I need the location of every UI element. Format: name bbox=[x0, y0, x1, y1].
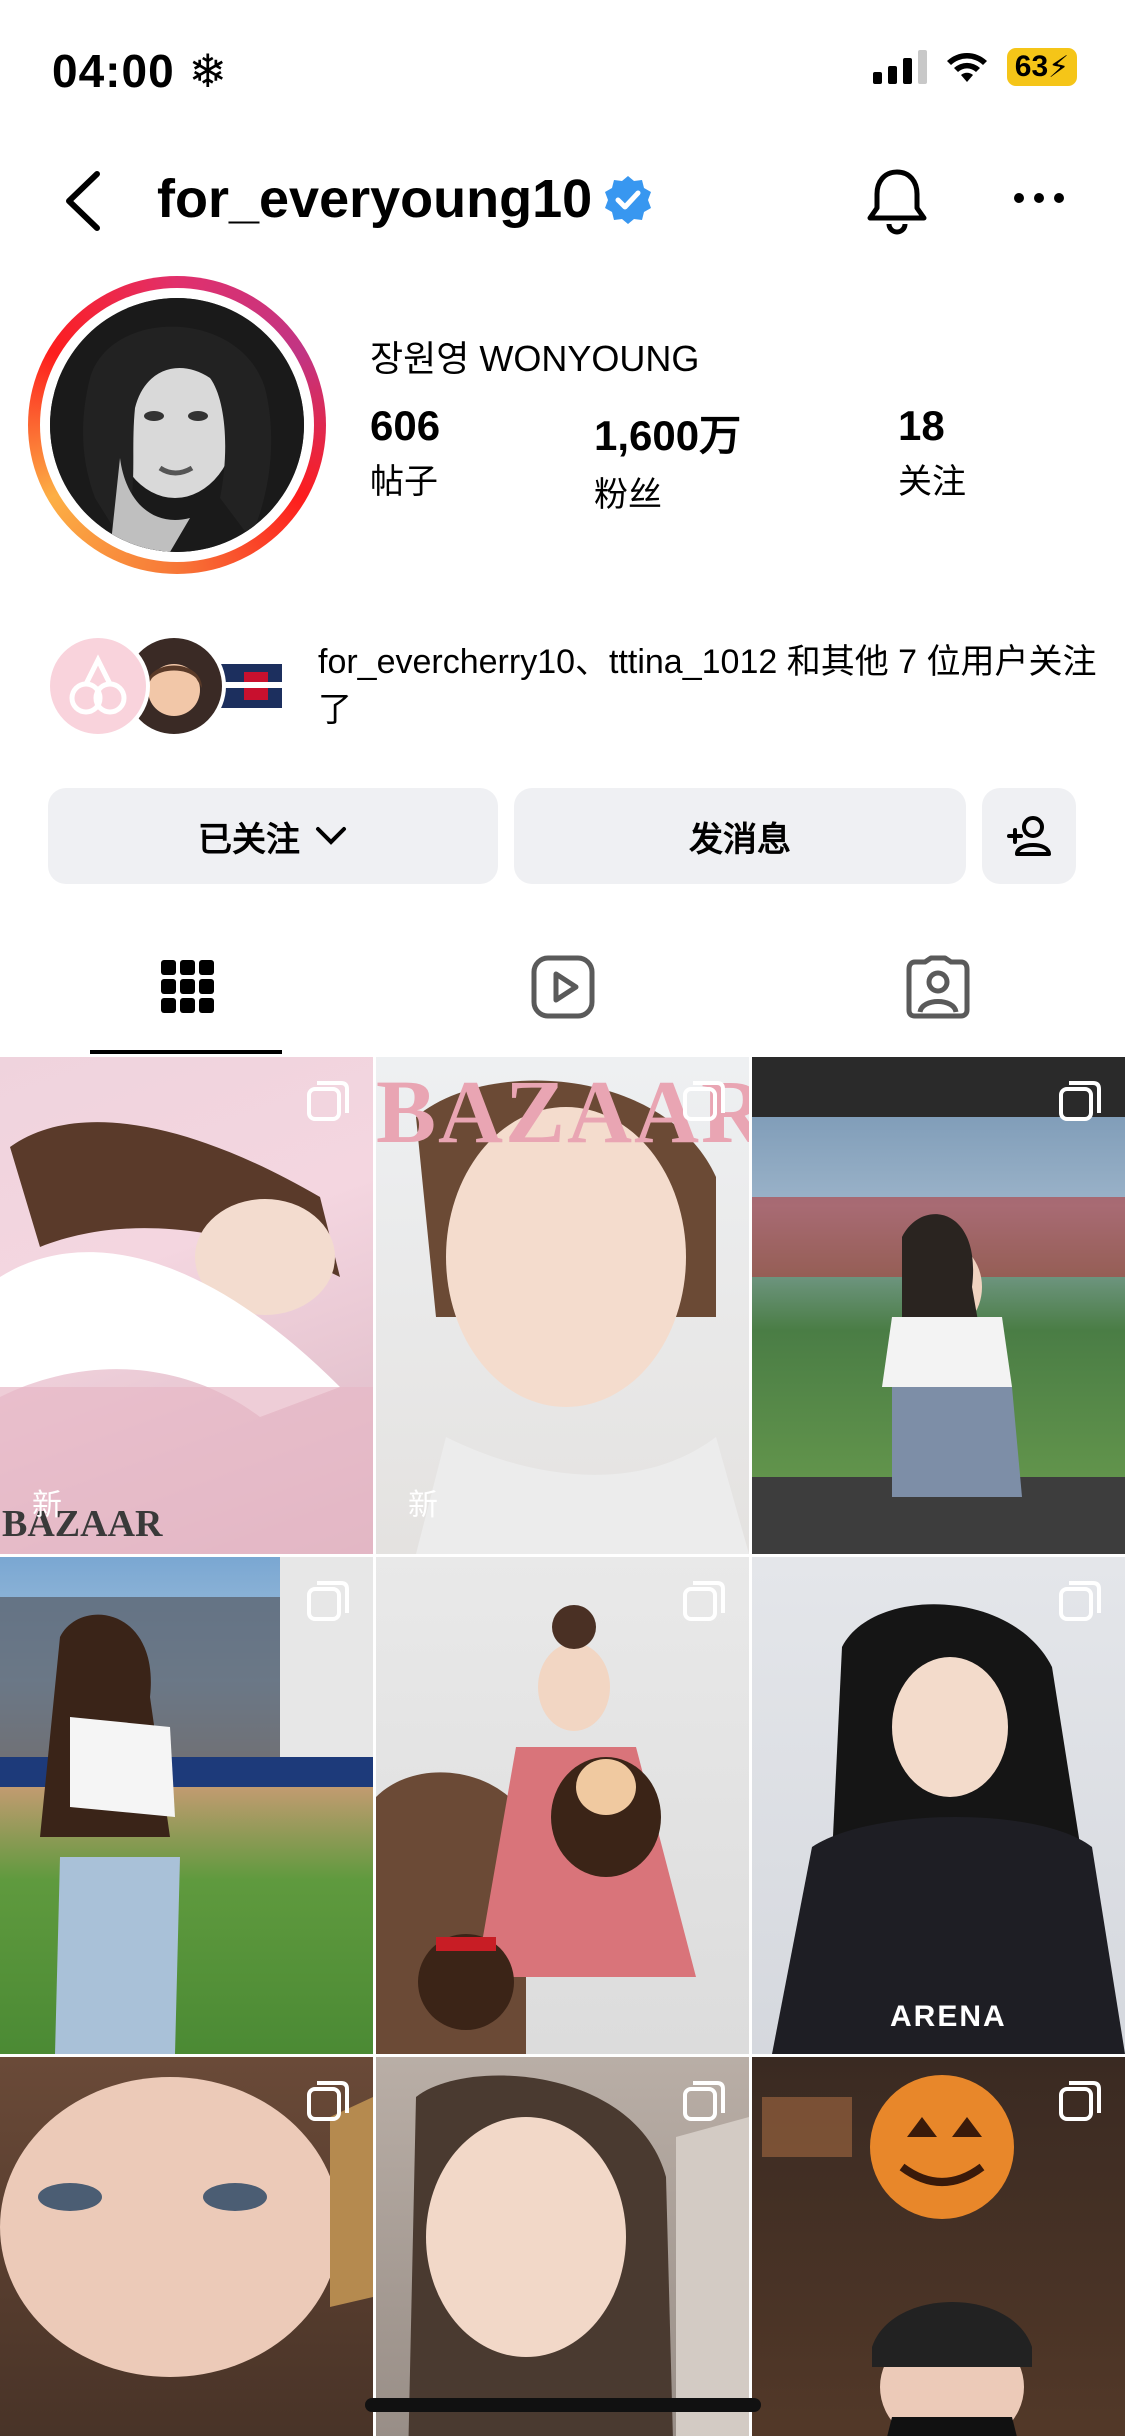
mutual-followers-avatars[interactable] bbox=[46, 634, 296, 738]
tagged-icon bbox=[906, 955, 969, 1019]
message-label: 发消息 bbox=[689, 820, 791, 859]
post-thumbnail[interactable] bbox=[752, 1057, 1125, 1554]
active-tab-indicator bbox=[90, 1050, 282, 1054]
back-arrow-icon[interactable] bbox=[55, 168, 115, 234]
profile-avatar[interactable] bbox=[28, 276, 326, 574]
portrait-image bbox=[50, 298, 304, 552]
post-thumbnail[interactable] bbox=[376, 1557, 749, 2054]
stat-posts[interactable]: 606 帖子 bbox=[370, 402, 440, 503]
profile-tabs bbox=[0, 920, 1125, 1054]
status-indicators: 63 ⚡ bbox=[873, 48, 1077, 86]
home-indicator bbox=[365, 2398, 761, 2412]
signal-icon bbox=[873, 50, 927, 84]
new-badge: 新 bbox=[32, 1489, 62, 1522]
chevron-down-icon bbox=[316, 827, 346, 845]
profile-stats: 606 帖子 1,600万 粉丝 18 关注 bbox=[370, 402, 1090, 514]
following-button[interactable]: 已关注 bbox=[48, 788, 498, 884]
post-thumbnail[interactable]: BAZAAR 新 bbox=[376, 1057, 749, 1554]
multiple-photos-icon bbox=[1059, 2081, 1101, 2121]
multiple-photos-icon bbox=[307, 1581, 349, 1621]
multiple-photos-icon bbox=[683, 1581, 725, 1621]
following-label: 已关注 bbox=[198, 820, 300, 859]
stat-value: 606 bbox=[370, 402, 441, 449]
wifi-icon bbox=[947, 53, 987, 82]
tab-posts[interactable] bbox=[0, 920, 375, 1054]
post-overlay-text: BAZAAR bbox=[2, 1503, 163, 1545]
profile-photo bbox=[50, 298, 304, 552]
multiple-photos-icon bbox=[307, 1081, 349, 1121]
post-thumbnail[interactable]: BAZAAR 新 bbox=[0, 1057, 373, 1554]
post-thumbnail[interactable]: ARENA bbox=[752, 1557, 1125, 2054]
stat-value: 1,600万 bbox=[594, 412, 742, 459]
mutual-avatar bbox=[46, 634, 150, 738]
multiple-photos-icon bbox=[683, 1081, 725, 1121]
reels-icon bbox=[531, 955, 594, 1019]
new-badge: 新 bbox=[408, 1489, 438, 1522]
multiple-photos-icon bbox=[307, 2081, 349, 2121]
tab-reels[interactable] bbox=[375, 920, 750, 1054]
post-image bbox=[376, 1605, 696, 2054]
post-image bbox=[772, 1604, 1125, 2054]
post-overlay-text: ARENA bbox=[890, 2000, 1007, 2033]
multiple-photos-icon bbox=[683, 2081, 725, 2121]
profile-header: for_everyoung10 bbox=[0, 150, 1125, 250]
tab-tagged[interactable] bbox=[750, 920, 1125, 1054]
stat-label: 关注 bbox=[898, 463, 966, 501]
multiple-photos-icon bbox=[1059, 1081, 1101, 1121]
profile-username: for_everyoung10 bbox=[157, 169, 593, 229]
status-bar: 04:00 ❄ 63 ⚡ bbox=[0, 0, 1125, 140]
post-thumbnail[interactable] bbox=[0, 1557, 373, 2054]
snowflake-icon: ❄ bbox=[188, 45, 228, 97]
stat-value: 18 bbox=[898, 402, 945, 449]
message-button[interactable]: 发消息 bbox=[514, 788, 966, 884]
post-thumbnail[interactable] bbox=[752, 2057, 1125, 2436]
mutual-followers-text[interactable]: for_evercherry10、tttina_1012 和其他 7 位用户关注… bbox=[318, 638, 1108, 734]
post-image bbox=[752, 1057, 1125, 1554]
display-name: 장원영 WONYOUNG bbox=[370, 338, 700, 379]
verified-badge-icon bbox=[605, 176, 651, 224]
stat-label: 粉丝 bbox=[594, 476, 662, 514]
suggest-users-button[interactable] bbox=[982, 788, 1076, 884]
multiple-photos-icon bbox=[1059, 1581, 1101, 1621]
battery-icon: 63 ⚡ bbox=[1007, 48, 1077, 86]
stat-following[interactable]: 18 关注 bbox=[898, 402, 966, 503]
add-user-icon bbox=[1007, 816, 1051, 856]
stat-label: 帖子 bbox=[370, 463, 438, 501]
post-thumbnail[interactable] bbox=[0, 2057, 373, 2436]
more-options-icon[interactable] bbox=[1012, 188, 1066, 208]
grid-icon bbox=[160, 960, 214, 1013]
notification-bell-icon[interactable] bbox=[862, 164, 932, 236]
post-thumbnail[interactable] bbox=[376, 2057, 749, 2436]
post-image bbox=[0, 1557, 373, 2054]
status-time: 04:00 ❄ bbox=[52, 45, 228, 97]
stat-followers[interactable]: 1,600万 粉丝 bbox=[594, 402, 741, 516]
